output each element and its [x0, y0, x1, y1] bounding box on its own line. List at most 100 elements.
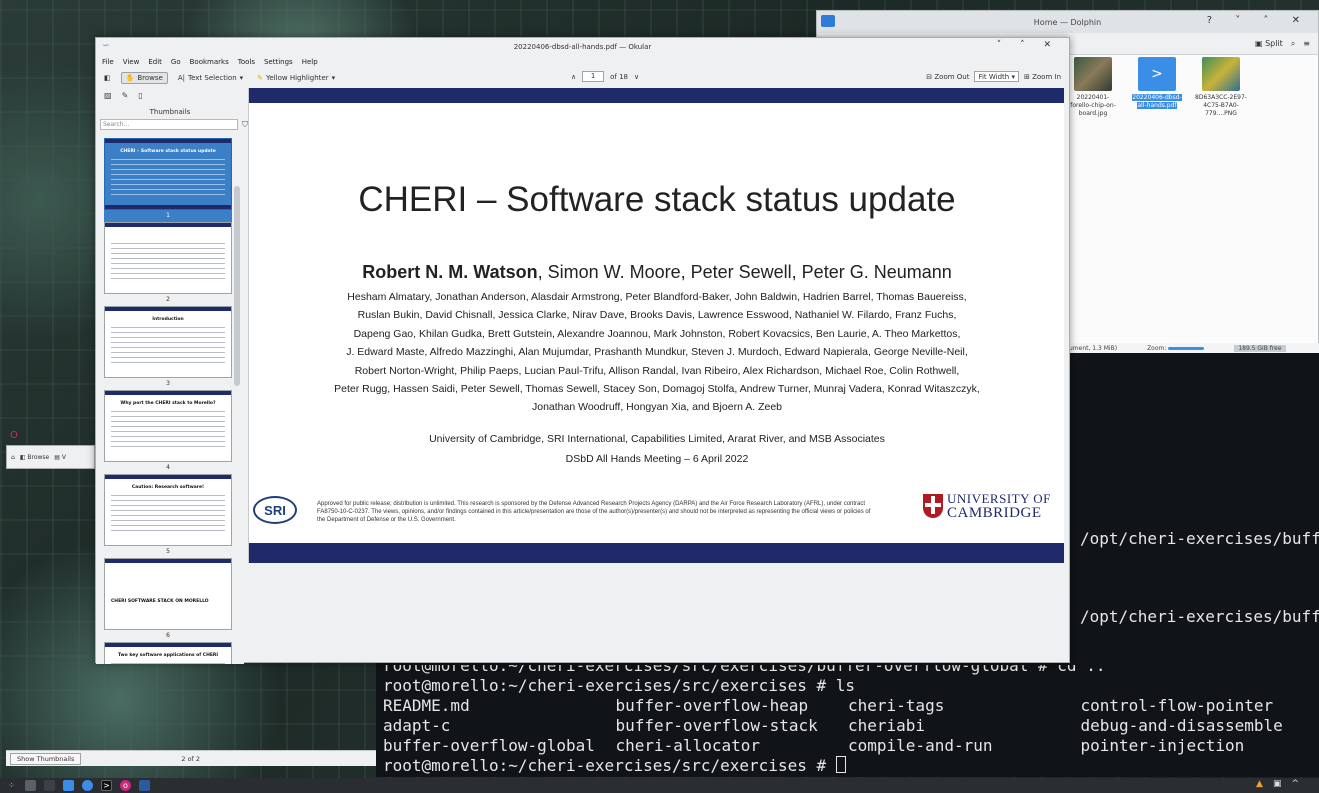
hamburger-menu-icon[interactable]: ≡	[1303, 39, 1310, 48]
terminal-cursor[interactable]	[835, 756, 846, 773]
okular-app-icon: ∽	[102, 41, 110, 51]
terminal-prompt-current[interactable]: root@morello:~/cheri-exercises/src/exerc…	[383, 756, 1313, 776]
thumbnail-search-input[interactable]: Search... ⛉	[100, 119, 248, 130]
cambridge-wordmark: UNIVERSITY OF CAMBRIDGE	[947, 491, 1051, 521]
split-button[interactable]: ▣ Split	[1255, 39, 1283, 48]
sidebar-toggle-icon[interactable]: ◧	[100, 73, 115, 83]
cambridge-crest-icon	[923, 494, 943, 518]
ls-entry: debug-and-disassemble	[1080, 716, 1283, 735]
terminal-partial-line: /opt/cheri-exercises/buffe	[1080, 529, 1319, 548]
highlighter-tool-button[interactable]: ✎ Yellow Highlighter ▾	[253, 73, 339, 83]
thumbnail-image: Introduction	[104, 306, 232, 378]
hand-icon: ✋	[125, 74, 135, 82]
terminal-task-icon[interactable]: >	[101, 780, 112, 791]
bookmarks-tab-icon[interactable]: ▯	[138, 91, 142, 100]
taskbar: ⁘ > o ▲ ▣ ^	[0, 778, 1319, 793]
secondary-okular-statusbar: Show Thumbnails 2 of 2	[6, 750, 376, 766]
zoom-controls: ⊟ Zoom Out Fit Width ▾ ⊞ Zoom In	[926, 71, 1061, 82]
window-icon[interactable]	[25, 780, 36, 791]
okular-titlebar[interactable]: ∽ 20220406-dbsd-all-hands.pdf — Okular ˅…	[96, 38, 1069, 55]
status-text: ument, 1.3 MiB)	[1069, 344, 1118, 352]
thumbnail-page-7[interactable]: Two key software applications of CHERI	[104, 642, 232, 664]
thumbnails-sidebar: ▨ ✎ ▯ Thumbnails Search... ⛉ CHERI – Sof…	[96, 88, 248, 664]
task-icon[interactable]	[139, 780, 150, 791]
file-item[interactable]: > 20220406-dbsd-all-hands.pdf	[1131, 57, 1183, 118]
menu-tools[interactable]: Tools	[238, 58, 255, 66]
browser-task-icon[interactable]	[82, 780, 93, 791]
zoom-slider[interactable]	[1168, 346, 1205, 350]
dolphin-task-icon[interactable]	[63, 780, 74, 791]
zoom-label: Zoom:	[1147, 344, 1167, 352]
menu-file[interactable]: File	[102, 58, 114, 66]
home-icon[interactable]: ⌂	[11, 454, 15, 461]
thumbnail-image: Two key software applications of CHERI	[104, 642, 232, 664]
thumbnail-page-5[interactable]: Caution: Research software! 5	[104, 474, 232, 558]
search-icon[interactable]: ⌕	[1291, 39, 1295, 49]
slide-bottom-band	[249, 543, 1064, 563]
file-name: 8D63A3CC-2E97-4C75-B7A0-779....PNG	[1195, 94, 1247, 117]
page-navigation: ∧ 1 of 18 ∨	[571, 71, 639, 82]
thumbnail-page-3[interactable]: Introduction 3	[104, 306, 232, 390]
sidebar-scrollbar[interactable]	[234, 186, 240, 386]
previous-page-icon[interactable]: ∧	[571, 73, 576, 81]
thumbnail-page-4[interactable]: Why port the CHERI stack to Morello? 4	[104, 390, 232, 474]
text-cursor-icon: A|	[177, 74, 185, 82]
view-icon[interactable]: ▤ V	[54, 454, 66, 461]
ls-output: README.md buffer-overflow-heap cheri-tag…	[383, 696, 1313, 776]
show-thumbnails-button[interactable]: Show Thumbnails	[10, 752, 82, 765]
thumbnail-number: 3	[166, 380, 170, 387]
zoom-out-label: Zoom Out	[934, 72, 970, 81]
lead-author: Robert N. M. Watson	[362, 262, 538, 282]
menu-view[interactable]: View	[123, 58, 140, 66]
thumbnail-title: CHERI SOFTWARE STACK ON MORELLO	[111, 599, 209, 604]
pdf-page-view[interactable]: CHERI – Software stack status update Rob…	[248, 88, 1064, 563]
thumbnail-image: CHERI – Software stack status update	[104, 138, 232, 210]
menu-settings[interactable]: Settings	[264, 58, 293, 66]
thumbnail-page-1[interactable]: CHERI – Software stack status update 1	[104, 138, 232, 222]
clipboard-icon[interactable]: ▣	[1273, 779, 1282, 789]
notification-icon[interactable]: ▲	[1256, 779, 1263, 789]
zoom-control[interactable]: Zoom:	[1147, 344, 1205, 352]
okular-window[interactable]: ∽ 20220406-dbsd-all-hands.pdf — Okular ˅…	[95, 37, 1070, 664]
browse-tool-button[interactable]: ◧ Browse	[20, 454, 49, 461]
ls-row: buffer-overflow-global cheri-allocator c…	[383, 736, 1313, 756]
menu-edit[interactable]: Edit	[148, 58, 162, 66]
pager-icon[interactable]	[44, 780, 55, 791]
free-space: 189.5 GiB free	[1234, 344, 1286, 352]
window-controls[interactable]: ? ˅ ˄ ✕	[1207, 15, 1310, 26]
tray-expand-icon[interactable]: ^	[1291, 779, 1299, 789]
page-total: of 18	[610, 72, 629, 81]
thumbnail-number: 6	[166, 632, 170, 639]
thumbnails-tab-icon[interactable]: ▨	[104, 91, 112, 100]
file-item[interactable]: 20220401-forello-chip-on-board.jpg	[1067, 57, 1119, 118]
thumbnail-number: 5	[166, 548, 170, 555]
zoom-in-button[interactable]: ⊞ Zoom In	[1024, 73, 1061, 81]
menu-bookmarks[interactable]: Bookmarks	[190, 58, 229, 66]
thumbnail-number: 1	[104, 210, 232, 222]
terminal-prompt-ls: root@morello:~/cheri-exercises/src/exerc…	[383, 676, 856, 695]
window-controls[interactable]: ˅ ˄ ✕	[997, 40, 1059, 50]
thumbnail-image: Caution: Research software!	[104, 474, 232, 546]
menu-help[interactable]: Help	[302, 58, 318, 66]
thumbnail-title: CHERI – Software stack status update	[120, 149, 216, 154]
zoom-out-button[interactable]: ⊟ Zoom Out	[926, 73, 969, 81]
okular-task-icon[interactable]: o	[120, 780, 131, 791]
folder-icon	[821, 15, 835, 27]
ls-entry: cheriabi	[848, 716, 926, 735]
ls-entry: control-flow-pointer	[1080, 696, 1274, 715]
zoom-mode-select[interactable]: Fit Width ▾	[974, 71, 1019, 82]
dolphin-titlebar[interactable]: Home — Dolphin ? ˅ ˄ ✕	[817, 11, 1318, 33]
app-launcher-icon[interactable]: ⁘	[6, 780, 17, 791]
thumbnail-image: Why port the CHERI stack to Morello?	[104, 390, 232, 462]
annotations-tab-icon[interactable]: ✎	[122, 91, 129, 100]
thumbnail-image	[104, 222, 232, 294]
file-item[interactable]: 8D63A3CC-2E97-4C75-B7A0-779....PNG	[1195, 57, 1247, 118]
browse-tool-button[interactable]: ✋ Browse	[120, 72, 168, 84]
thumbnail-page-6[interactable]: CHERI SOFTWARE STACK ON MORELLO 6	[104, 558, 232, 642]
page-number-input[interactable]: 1	[582, 71, 605, 82]
text-selection-tool-button[interactable]: A| Text Selection ▾	[174, 73, 247, 83]
ls-entry: buffer-overflow-global	[383, 736, 595, 755]
next-page-icon[interactable]: ∨	[634, 73, 639, 81]
thumbnail-page-2[interactable]: 2	[104, 222, 232, 306]
menu-go[interactable]: Go	[171, 58, 181, 66]
